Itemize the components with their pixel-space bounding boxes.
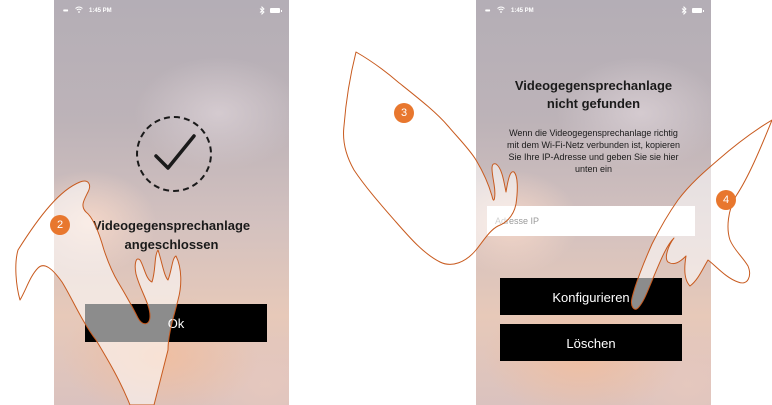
checkmark-icon: [154, 134, 196, 170]
title-line: nicht gefunden: [546, 96, 641, 111]
wifi-icon: [497, 6, 505, 13]
configure-button[interactable]: Konfigurieren: [500, 278, 682, 315]
bluetooth-icon: [259, 6, 265, 15]
instruction-line: Sie Ihre IP-Adresse und geben Sie sie hi…: [508, 152, 679, 162]
phone-screen-not-found: ••• 1:45 PM Videogegensprechanlage nicht…: [476, 0, 711, 405]
instruction-line: Wenn die Videogegensprechanlage richtig: [509, 128, 678, 138]
signal-dots-icon: •••: [63, 8, 68, 15]
instruction-line: mit dem Wi-Fi-Netz verbunden ist, kopier…: [506, 140, 681, 150]
signal-dots-icon: •••: [485, 8, 490, 15]
status-time: 1:45 PM: [89, 8, 112, 14]
success-check-circle: [136, 116, 212, 192]
battery-icon: [692, 8, 704, 13]
title-line: Videogegensprechanlage: [514, 78, 673, 93]
status-time: 1:45 PM: [511, 8, 534, 14]
title-line: Videogegensprechanlage: [92, 218, 251, 233]
phone-screen-connected: ••• 1:45 PM Videogegensprechanlage anges…: [54, 0, 289, 405]
title-line: angeschlossen: [124, 237, 219, 252]
page-title: Videogegensprechanlage nicht gefunden: [476, 77, 711, 113]
battery-icon: [270, 8, 282, 13]
instruction-line: unten ein: [574, 164, 613, 174]
ok-button[interactable]: Ok: [85, 304, 267, 342]
instruction-text: Wenn die Videogegensprechanlage richtig …: [476, 127, 711, 175]
step-badge: 4: [716, 190, 736, 210]
ip-address-input[interactable]: Adresse IP: [487, 206, 695, 236]
step-badge: 2: [50, 215, 70, 235]
status-bar: ••• 1:45 PM: [54, 0, 289, 22]
bluetooth-icon: [681, 6, 687, 15]
step-badge: 3: [394, 103, 414, 123]
delete-button[interactable]: Löschen: [500, 324, 682, 361]
status-bar: ••• 1:45 PM: [476, 0, 711, 22]
wifi-icon: [75, 6, 83, 13]
ip-address-placeholder: Adresse IP: [495, 216, 540, 226]
page-title: Videogegensprechanlage angeschlossen: [54, 216, 289, 254]
